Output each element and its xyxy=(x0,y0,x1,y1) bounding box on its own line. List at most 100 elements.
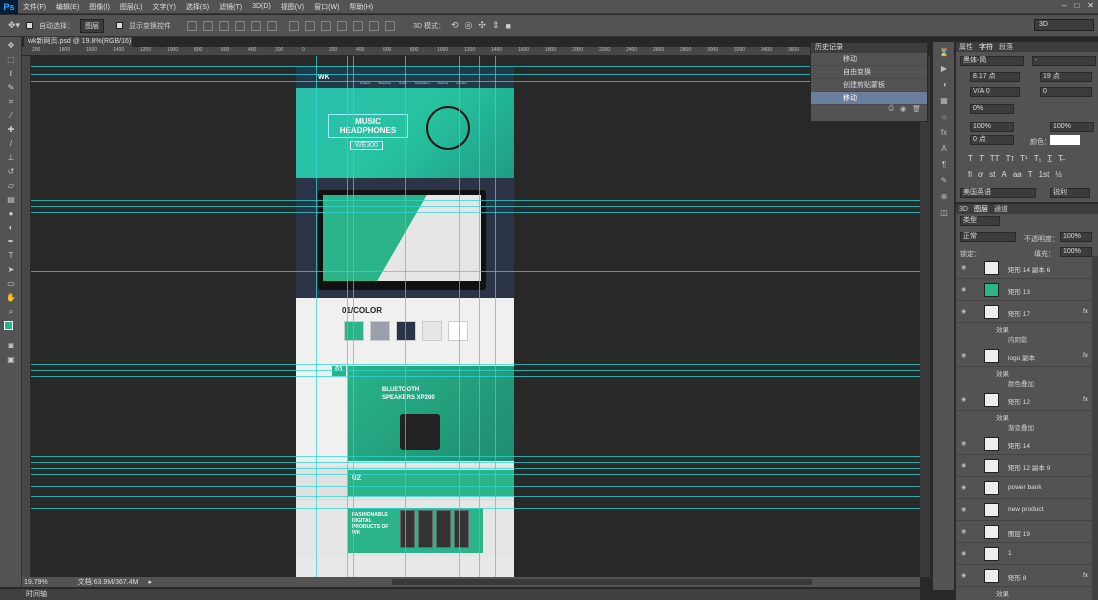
tracking-field[interactable]: 0 xyxy=(1040,87,1092,97)
screen-mode-icon[interactable]: ▣ xyxy=(4,355,18,365)
pen-tool-icon[interactable]: ✒ xyxy=(4,237,18,247)
document-tab[interactable]: wk新网页.psd @ 19.8%(RGB/16) xyxy=(24,37,132,47)
layer-row[interactable]: ◉ 矩形 12 fx xyxy=(956,390,1092,411)
ligature-icon[interactable]: fi xyxy=(968,170,972,179)
align-bottom-icon[interactable] xyxy=(219,20,230,31)
layer-effect[interactable]: 效果 xyxy=(996,324,1009,334)
tsume-field[interactable]: 0% xyxy=(970,104,1014,114)
history-state[interactable]: 移动 xyxy=(811,53,927,66)
paragraph-icon[interactable]: ¶ xyxy=(938,160,950,170)
guide-line[interactable] xyxy=(31,200,920,201)
opacity-field[interactable]: 100% xyxy=(1060,232,1092,242)
fill-field[interactable]: 100% xyxy=(1060,247,1092,257)
canvas-vertical-scrollbar[interactable] xyxy=(920,56,930,577)
guide-line[interactable] xyxy=(31,364,920,365)
font-size-field[interactable]: 8.17 点 xyxy=(970,72,1020,82)
strikethrough-icon[interactable]: T̶ xyxy=(1058,154,1063,163)
distribute-vcenter-icon[interactable] xyxy=(305,20,316,31)
baseline-shift-field[interactable]: 0 点 xyxy=(970,135,1014,145)
tab-properties[interactable]: 属性 xyxy=(959,42,973,52)
guide-line[interactable] xyxy=(31,206,920,207)
visibility-eye-icon[interactable]: ◉ xyxy=(961,264,966,271)
adjustments-icon[interactable]: ☼ xyxy=(938,112,950,122)
layer-filter-select[interactable]: 类型 xyxy=(960,216,1000,226)
align-top-icon[interactable] xyxy=(187,20,198,31)
type-tool-icon[interactable]: T xyxy=(4,251,18,261)
align-hcenter-icon[interactable] xyxy=(251,20,262,31)
layer-row[interactable]: ◉ new product xyxy=(956,500,1092,521)
layer-comps-icon[interactable]: ◫ xyxy=(938,208,950,218)
font-style-select[interactable]: - xyxy=(1032,56,1096,66)
status-arrow-icon[interactable]: ▸ xyxy=(148,578,152,586)
3d-orbit-icon[interactable]: ⟲ xyxy=(451,20,459,31)
dodge-tool-icon[interactable]: ◐ xyxy=(4,223,18,233)
gradient-tool-icon[interactable]: ▤ xyxy=(4,195,18,205)
auto-align-icon[interactable] xyxy=(385,20,396,31)
layer-effect[interactable]: 效果 xyxy=(996,368,1009,378)
distribute-left-icon[interactable] xyxy=(337,20,348,31)
guide-line[interactable] xyxy=(405,56,406,577)
close-icon[interactable]: ✕ xyxy=(1087,1,1094,10)
workspace-dropdown[interactable]: 3D xyxy=(1034,19,1094,31)
visibility-eye-icon[interactable]: ◉ xyxy=(961,286,966,293)
maximize-icon[interactable]: □ xyxy=(1074,1,1079,10)
path-select-icon[interactable]: ➤ xyxy=(4,265,18,275)
eraser-tool-icon[interactable]: ▱ xyxy=(4,181,18,191)
menu-image[interactable]: 图像(I) xyxy=(84,2,115,12)
layer-effect[interactable]: 颜色叠加 xyxy=(1008,378,1034,388)
canvas-area[interactable]: WK Product Shopping Audio Application Ne… xyxy=(31,56,920,577)
tab-paragraph[interactable]: 段落 xyxy=(999,42,1013,52)
guide-line[interactable] xyxy=(316,56,317,577)
guide-line[interactable] xyxy=(459,56,460,577)
history-panel-title[interactable]: 历史记录 xyxy=(811,43,927,53)
3d-roll-icon[interactable]: ◎ xyxy=(465,20,473,31)
font-family-select[interactable]: 黑体-简 xyxy=(960,56,1024,66)
distribute-right-icon[interactable] xyxy=(369,20,380,31)
horizontal-scale-field[interactable]: 100% xyxy=(1050,122,1094,132)
layer-effect[interactable]: 渐变叠加 xyxy=(1008,422,1034,432)
subscript-icon[interactable]: T₁ xyxy=(1034,154,1042,163)
history-state[interactable]: 创建剪贴蒙板 xyxy=(811,79,927,92)
eyedropper-tool-icon[interactable]: ⁄ xyxy=(4,111,18,121)
layer-effect[interactable]: 效果 xyxy=(996,412,1009,422)
3d-scale-icon[interactable]: ■ xyxy=(505,21,510,31)
menu-view[interactable]: 视图(V) xyxy=(276,2,309,12)
language-select[interactable]: 美国英语 xyxy=(960,188,1036,198)
layer-row[interactable]: ◉ 矩形 12 副本 9 xyxy=(956,456,1092,477)
minimize-icon[interactable]: – xyxy=(1062,1,1066,10)
layer-row[interactable]: ◉ 矩形 13 xyxy=(956,280,1092,301)
faux-bold-icon[interactable]: T xyxy=(968,154,973,163)
color-icon[interactable]: ◑ xyxy=(938,80,950,90)
vertical-scale-field[interactable]: 100% xyxy=(970,122,1014,132)
fractions-icon[interactable]: 1st xyxy=(1039,170,1050,179)
align-left-icon[interactable] xyxy=(235,20,246,31)
fx-icon[interactable]: fx xyxy=(1083,308,1088,315)
color-swatches-icon[interactable] xyxy=(4,321,18,337)
tab-character[interactable]: 字符 xyxy=(979,42,993,52)
styles-icon[interactable]: fx xyxy=(938,128,950,138)
show-transform-checkbox[interactable] xyxy=(116,22,124,29)
layer-effect[interactable]: 效果 xyxy=(996,588,1009,598)
swash-icon[interactable]: st xyxy=(989,170,995,179)
menu-help[interactable]: 帮助(H) xyxy=(344,2,378,12)
layer-row[interactable]: ◉ power bank xyxy=(956,478,1092,499)
history-state[interactable]: 自由变换 xyxy=(811,66,927,79)
guide-line[interactable] xyxy=(31,212,920,213)
clone-source-icon[interactable]: ⊕ xyxy=(938,192,950,202)
layer-row[interactable]: ◉ 矩形 17 fx xyxy=(956,302,1092,323)
titling-icon[interactable]: aa xyxy=(1013,170,1022,179)
visibility-eye-icon[interactable]: ◉ xyxy=(961,462,966,469)
3d-pan-icon[interactable]: ✣ xyxy=(478,20,486,31)
guide-line[interactable] xyxy=(31,468,920,469)
ordinal-icon[interactable]: T xyxy=(1028,170,1033,179)
quick-mask-icon[interactable]: ◙ xyxy=(4,341,18,351)
align-right-icon[interactable] xyxy=(267,20,278,31)
menu-type[interactable]: 文字(Y) xyxy=(147,2,180,12)
guide-line[interactable] xyxy=(31,508,920,509)
distribute-top-icon[interactable] xyxy=(289,20,300,31)
visibility-eye-icon[interactable]: ◉ xyxy=(961,484,966,491)
zoom-tool-icon[interactable]: ⌕ xyxy=(4,307,18,317)
guide-line[interactable] xyxy=(31,376,920,377)
text-color-swatch[interactable] xyxy=(1050,135,1080,145)
guide-line[interactable] xyxy=(31,66,920,67)
